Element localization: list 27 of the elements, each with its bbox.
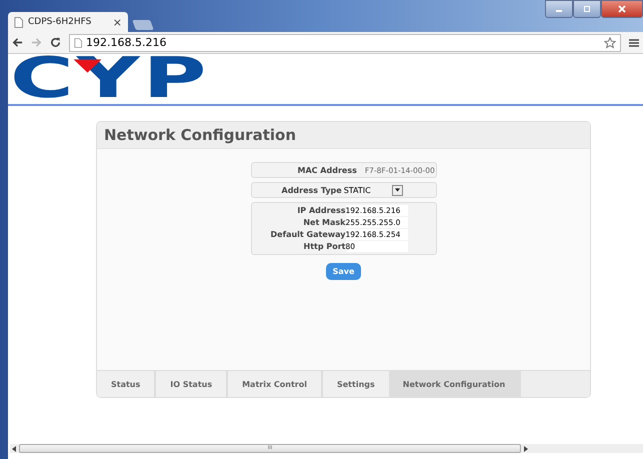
field-label: MAC Address xyxy=(298,166,357,174)
back-icon[interactable] xyxy=(12,37,23,48)
panel-title: Network Configuration xyxy=(97,122,590,149)
new-tab-button[interactable] xyxy=(132,20,154,30)
logo: CYP xyxy=(10,54,210,104)
close-icon[interactable] xyxy=(601,0,643,18)
field-label: Address Type xyxy=(282,186,342,194)
field-label: Default Gateway xyxy=(270,230,346,239)
minimize-icon[interactable] xyxy=(545,0,573,18)
browser-tab[interactable]: CDPS-6H2HFS × xyxy=(8,12,128,32)
tab-title: CDPS-6H2HFS xyxy=(28,17,92,27)
star-icon[interactable] xyxy=(604,36,616,48)
dropdown-arrow-icon xyxy=(394,188,400,192)
scroll-right-icon[interactable] xyxy=(524,446,528,452)
scroll-left-icon[interactable] xyxy=(12,446,16,452)
field-label: Http Port xyxy=(302,242,346,251)
address-type-dropdown[interactable]: STATIC xyxy=(344,184,403,196)
page-icon xyxy=(74,38,82,48)
menu-icon[interactable] xyxy=(629,38,639,48)
maximize-icon[interactable] xyxy=(573,0,601,18)
field-label: Net Mask xyxy=(302,218,346,227)
nav-tab[interactable]: Network Configuration xyxy=(390,371,522,397)
reload-icon[interactable] xyxy=(50,37,61,48)
close-icon[interactable]: × xyxy=(112,16,122,28)
address-bar[interactable]: 192.168.5.216 xyxy=(69,34,621,52)
field-label: IP Address xyxy=(296,206,346,215)
page-icon xyxy=(14,16,23,28)
